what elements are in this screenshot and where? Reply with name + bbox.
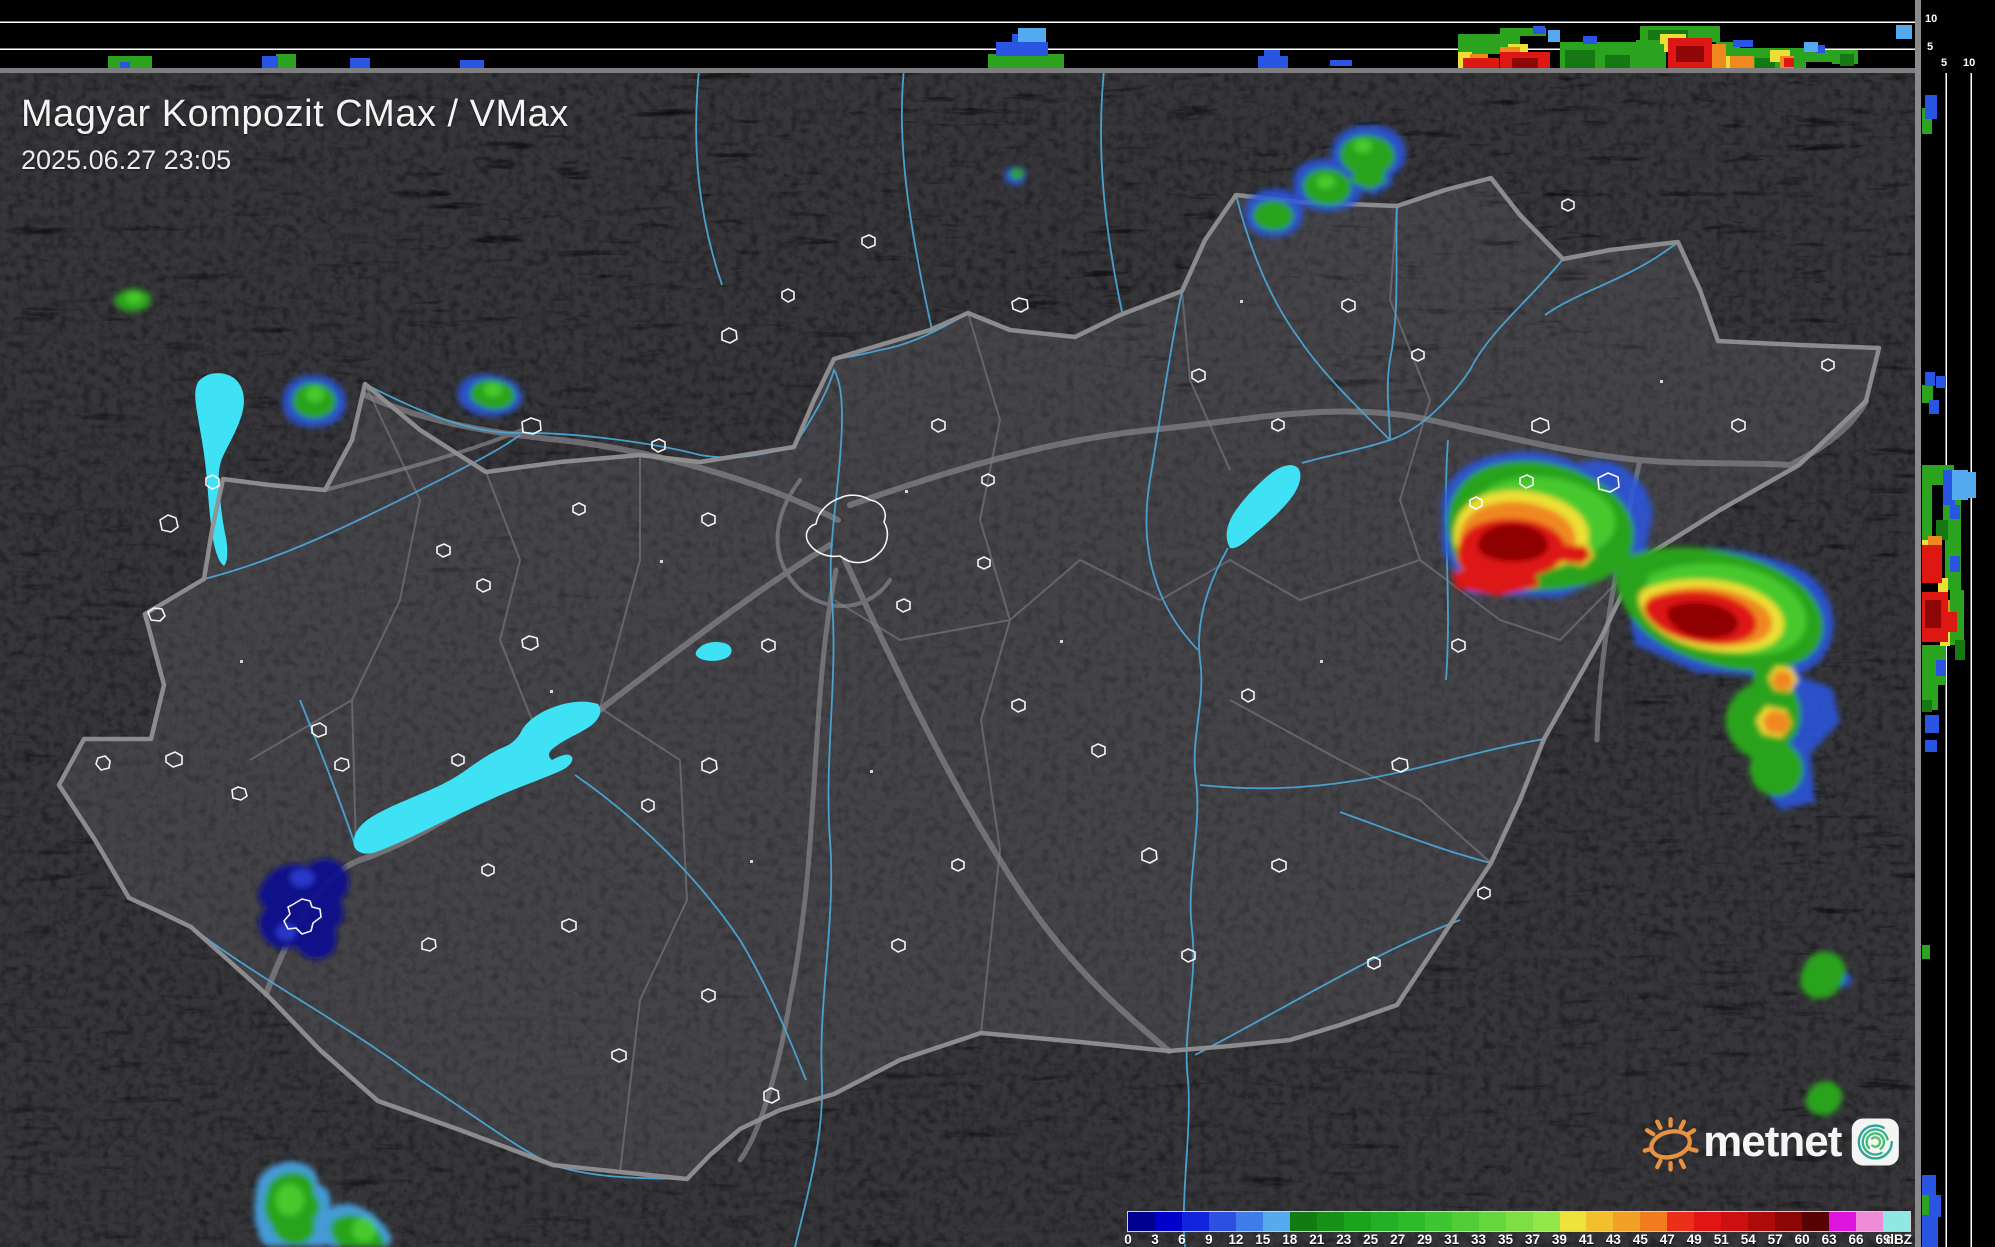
legend-color-block <box>1451 1212 1479 1231</box>
legend-tick: 39 <box>1551 1232 1567 1247</box>
page-title: Magyar Kompozit CMax / VMax <box>21 93 569 135</box>
legend-color-block <box>1316 1212 1344 1231</box>
legend-tick: 63 <box>1821 1232 1837 1247</box>
legend-tick: 12 <box>1228 1232 1244 1247</box>
legend-tick: 47 <box>1659 1232 1675 1247</box>
legend-tick: 51 <box>1713 1232 1729 1247</box>
legend-tick: 54 <box>1740 1232 1756 1247</box>
legend-unit-label: dBZ <box>1885 1232 1912 1247</box>
legend-color-block <box>1505 1212 1533 1231</box>
legend-color-block <box>1532 1212 1560 1231</box>
echo-navy-patch <box>257 858 349 960</box>
dbz-legend: 0 3 6 9 12 15 18 21 23 25 27 29 31 33 35 37 39 41 43 45 47 49… <box>1124 1211 1912 1247</box>
legend-color-block <box>1802 1212 1830 1231</box>
legend-tick: 49 <box>1686 1232 1702 1247</box>
top-profile-ground-bar <box>0 68 1919 73</box>
legend-color-block <box>1667 1212 1695 1231</box>
legend-color-block <box>1181 1212 1209 1231</box>
legend-tick: 9 <box>1205 1232 1213 1247</box>
logo-text: metnet <box>1703 1117 1842 1166</box>
legend-tick: 6 <box>1178 1232 1186 1247</box>
legend-tick: 29 <box>1417 1232 1433 1247</box>
legend-color-block <box>1586 1212 1614 1231</box>
legend-color-block <box>1154 1212 1182 1231</box>
height-line-10km-right <box>1970 73 1973 1247</box>
metnet-logo[interactable]: metnet <box>1640 1102 1900 1182</box>
legend-color-block <box>1370 1212 1398 1231</box>
top-profile-echoes <box>108 25 1912 68</box>
legend-color-block <box>1883 1212 1911 1231</box>
legend-tick: 25 <box>1363 1232 1379 1247</box>
hungary-radar-composite <box>0 0 1915 1247</box>
title-block: Magyar Kompozit CMax / VMax 2025.06.27 2… <box>21 93 569 176</box>
legend-tick: 57 <box>1767 1232 1783 1247</box>
height-line-10km <box>0 21 1919 24</box>
legend-tick: 35 <box>1498 1232 1514 1247</box>
legend-color-block <box>1748 1212 1776 1231</box>
legend-tick: 27 <box>1390 1232 1406 1247</box>
legend-tick: 0 <box>1124 1232 1132 1247</box>
legend-tick: 33 <box>1471 1232 1487 1247</box>
legend-color-block <box>1775 1212 1803 1231</box>
legend-color-block <box>1262 1212 1290 1231</box>
legend-color-block <box>1613 1212 1641 1231</box>
vmax-right-profile <box>1921 0 1995 1247</box>
legend-tick: 43 <box>1605 1232 1621 1247</box>
radar-app: Magyar Kompozit CMax / VMax 2025.06.27 2… <box>0 0 1995 1247</box>
legend-color-block <box>1829 1212 1857 1231</box>
legend-tick: 45 <box>1632 1232 1648 1247</box>
legend-color-block <box>1856 1212 1884 1231</box>
sun-icon <box>1642 1117 1699 1172</box>
top-profile-10km-label: 10 <box>1925 13 1938 25</box>
legend-tick: 23 <box>1336 1232 1352 1247</box>
legend-color-block <box>1694 1212 1722 1231</box>
legend-tick: 3 <box>1151 1232 1159 1247</box>
legend-color-bar <box>1127 1211 1911 1232</box>
terrain-layer <box>0 0 1915 1247</box>
right-profile-echoes <box>1922 95 1976 1247</box>
legend-tick: 15 <box>1255 1232 1271 1247</box>
legend-tick: 41 <box>1578 1232 1594 1247</box>
metnet-app-icon <box>1852 1118 1900 1166</box>
legend-color-block <box>1478 1212 1506 1231</box>
legend-color-block <box>1397 1212 1425 1231</box>
legend-tick: 60 <box>1794 1232 1810 1247</box>
vmax-top-profile <box>0 0 1919 68</box>
legend-color-block <box>1640 1212 1668 1231</box>
legend-tick-labels: 0 3 6 9 12 15 18 21 23 25 27 29 31 33 35 37 39 41 43 45 47 49… <box>1124 1232 1912 1247</box>
legend-tick: 31 <box>1444 1232 1460 1247</box>
legend-color-block <box>1343 1212 1371 1231</box>
legend-color-block <box>1289 1212 1317 1231</box>
legend-color-block <box>1721 1212 1749 1231</box>
top-profile-5km-label: 5 <box>1927 41 1934 53</box>
radar-map: Magyar Kompozit CMax / VMax 2025.06.27 2… <box>0 0 1915 1247</box>
legend-tick: 37 <box>1524 1232 1540 1247</box>
right-profile-5km-label: 5 <box>1941 57 1948 69</box>
timestamp: 2025.06.27 23:05 <box>21 145 232 175</box>
legend-color-block <box>1128 1212 1155 1231</box>
legend-color-block <box>1235 1212 1263 1231</box>
right-profile-10km-label: 10 <box>1963 57 1976 69</box>
legend-color-block <box>1208 1212 1236 1231</box>
legend-tick: 66 <box>1848 1232 1864 1247</box>
legend-color-block <box>1424 1212 1452 1231</box>
legend-tick: 18 <box>1282 1232 1298 1247</box>
legend-tick: 21 <box>1309 1232 1325 1247</box>
legend-color-block <box>1559 1212 1587 1231</box>
